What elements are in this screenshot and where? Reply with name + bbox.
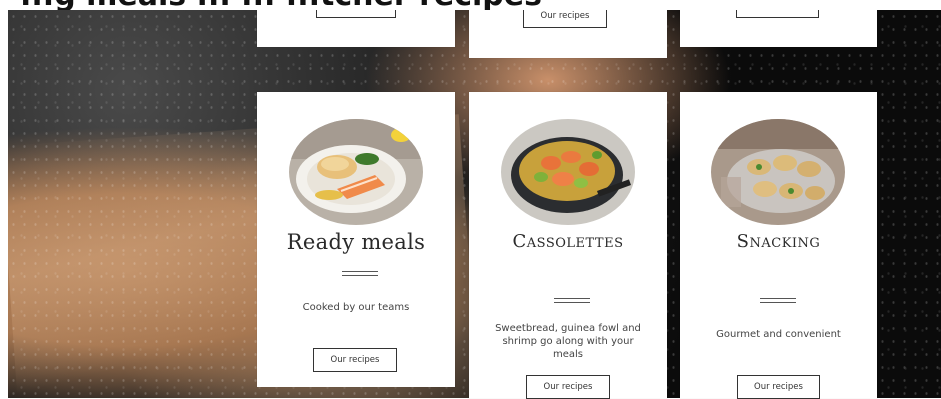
card-cassolettes: Cassolettes Sweetbread, guinea fowl and … <box>469 92 667 399</box>
card-description: Cooked by our teams <box>302 302 410 313</box>
card-title: Cassolettes <box>512 231 624 252</box>
card-description: Sweetbread, guinea fowl and shrimp go al… <box>495 323 641 360</box>
top-strip: ...g meals ... ... ...tcher recipes <box>0 0 941 10</box>
our-recipes-button[interactable]: Our recipes <box>526 375 610 399</box>
snacking-tartlets-image <box>711 119 845 225</box>
card-ready-meals: Ready meals Cooked by our teams Our reci… <box>257 92 455 387</box>
divider <box>342 271 378 276</box>
salmon-plate-image <box>289 119 423 225</box>
card-title: Snacking <box>736 231 821 252</box>
divider <box>554 298 590 303</box>
shrimp-cassolette-image <box>501 119 635 225</box>
section-heading-cropped: ...g meals ... ... ...tcher recipes <box>20 0 542 10</box>
card-title: Ready meals <box>286 230 426 254</box>
card-snacking: Snacking Gourmet and convenient Our reci… <box>680 92 877 399</box>
our-recipes-button[interactable]: Our recipes <box>737 375 820 399</box>
divider <box>760 298 796 303</box>
our-recipes-button[interactable]: Our recipes <box>313 348 397 372</box>
card-description: Gourmet and convenient <box>716 329 841 340</box>
